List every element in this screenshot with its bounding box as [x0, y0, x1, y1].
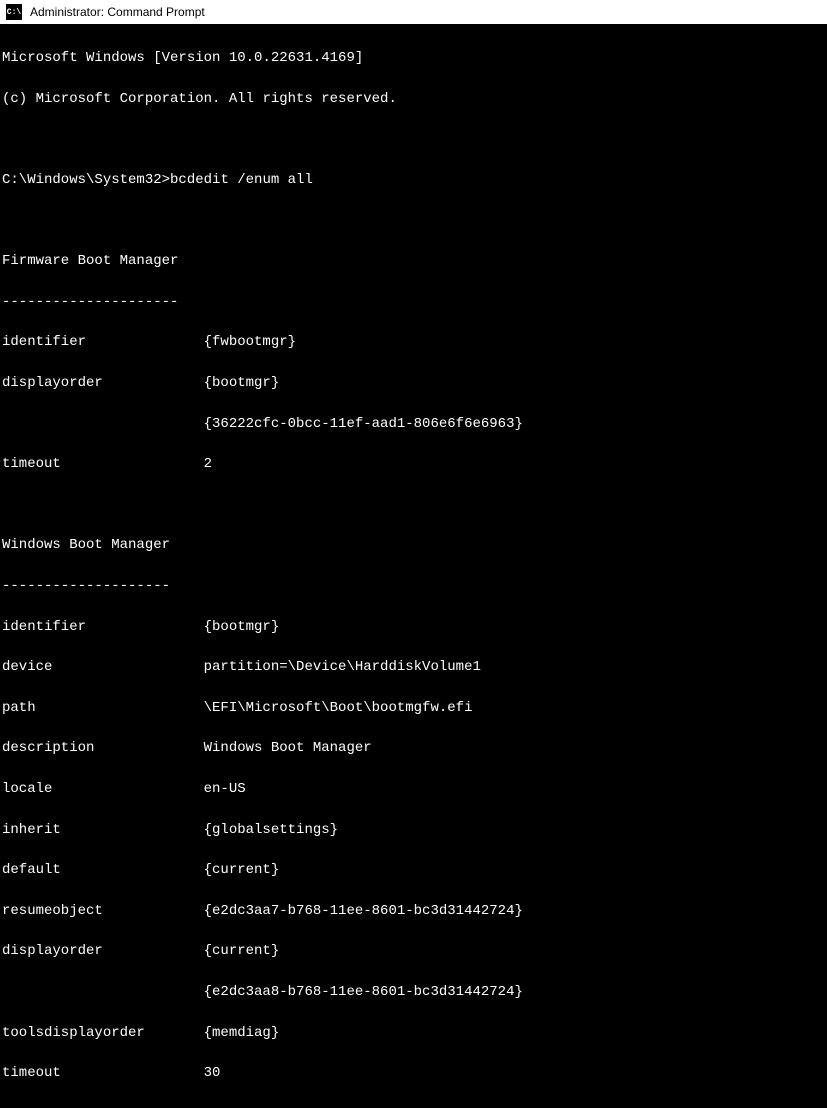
section-title-fbm: Firmware Boot Manager	[2, 251, 825, 271]
wbm-path: path\EFI\Microsoft\Boot\bootmgfw.efi	[2, 698, 825, 718]
prompt-line: C:\Windows\System32>bcdedit /enum all	[2, 170, 825, 190]
wbm-identifier: identifier{bootmgr}	[2, 617, 825, 637]
section-sep-fbm: ---------------------	[2, 292, 825, 312]
wbm-displayorder: displayorder{current}	[2, 941, 825, 961]
version-line: Microsoft Windows [Version 10.0.22631.41…	[2, 48, 825, 68]
fbm-displayorder: displayorder{bootmgr}	[2, 373, 825, 393]
cmd-icon: C:\	[6, 4, 22, 20]
terminal-output[interactable]: Microsoft Windows [Version 10.0.22631.41…	[0, 24, 827, 1108]
prompt-path: C:\Windows\System32>	[2, 172, 170, 188]
titlebar[interactable]: C:\ Administrator: Command Prompt	[0, 0, 827, 24]
fbm-identifier: identifier{fwbootmgr}	[2, 332, 825, 352]
prompt-command: bcdedit /enum all	[170, 172, 313, 188]
section-sep-wbm: --------------------	[2, 576, 825, 596]
fbm-timeout: timeout2	[2, 454, 825, 474]
wbm-displayorder-2: {e2dc3aa8-b768-11ee-8601-bc3d31442724}	[2, 982, 825, 1002]
wbm-device: devicepartition=\Device\HarddiskVolume1	[2, 657, 825, 677]
copyright-line: (c) Microsoft Corporation. All rights re…	[2, 89, 825, 109]
section-title-wbm: Windows Boot Manager	[2, 535, 825, 555]
wbm-locale: localeen-US	[2, 779, 825, 799]
wbm-timeout: timeout30	[2, 1063, 825, 1083]
wbm-resumeobject: resumeobject{e2dc3aa7-b768-11ee-8601-bc3…	[2, 901, 825, 921]
blank-line	[2, 495, 825, 515]
blank-line	[2, 129, 825, 149]
wbm-default: default{current}	[2, 860, 825, 880]
wbm-description: descriptionWindows Boot Manager	[2, 738, 825, 758]
window-title: Administrator: Command Prompt	[30, 5, 205, 19]
wbm-toolsdisplayorder: toolsdisplayorder{memdiag}	[2, 1023, 825, 1043]
wbm-inherit: inherit{globalsettings}	[2, 820, 825, 840]
blank-line	[2, 211, 825, 231]
fbm-displayorder-2: {36222cfc-0bcc-11ef-aad1-806e6f6e6963}	[2, 414, 825, 434]
